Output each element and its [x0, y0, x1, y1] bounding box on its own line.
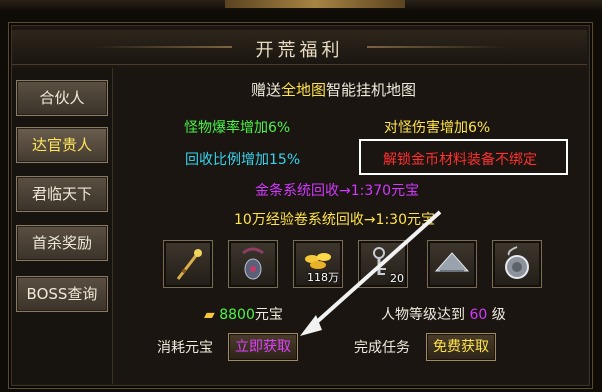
headline-highlight: 全地图: [281, 81, 327, 99]
perk-recycle: 回收比例增加15%: [185, 152, 301, 168]
item-slot-medal[interactable]: [492, 240, 542, 288]
headline-suffix: 智能挂机地图: [326, 81, 417, 99]
perk-drop-rate: 怪物爆率增加6%: [184, 120, 291, 136]
item-count: 118万: [307, 271, 339, 284]
amulet-icon: [242, 247, 264, 280]
item-count: 20: [390, 272, 404, 285]
level-requirement: 人物等级达到 60 级: [381, 304, 506, 324]
perk-damage: 对怪伤害增加6%: [384, 120, 491, 136]
sidebar-item-first-kill[interactable]: 首杀奖励: [16, 225, 108, 261]
exp-scroll-recycle: 10万经验卷系统回收→1:30元宝: [234, 212, 435, 228]
sidebar: 合伙人 达官贵人 君临天下 首杀奖励 BOSS查询: [12, 68, 113, 384]
medal-icon: [505, 246, 529, 279]
gold-bar-recycle: 金条系统回收→1:370元宝: [255, 183, 420, 199]
top-border: [0, 0, 602, 10]
item-slot-gold-ingots[interactable]: 118万: [293, 240, 343, 288]
sidebar-item-boss-lookup[interactable]: BOSS查询: [16, 276, 108, 312]
buy-now-button[interactable]: 立即获取: [228, 333, 298, 361]
perk-unbind: 解锁金币材料装备不绑定: [383, 152, 537, 168]
sidebar-item-sovereign[interactable]: 君临天下: [16, 176, 108, 212]
task-label: 完成任务: [354, 340, 410, 356]
requirement-level: 60: [469, 307, 488, 323]
free-claim-button[interactable]: 免费获取: [426, 333, 496, 361]
requirement-prefix: 人物等级达到: [381, 307, 465, 323]
item-slot-hat[interactable]: [427, 240, 477, 288]
gold-ingot-icon: ▰: [204, 307, 215, 323]
header-ornament-right: [367, 46, 507, 48]
bamboo-hat-icon: [434, 252, 470, 272]
item-slot-staff[interactable]: [163, 240, 213, 288]
sidebar-item-vip[interactable]: 达官贵人: [16, 127, 108, 163]
cost-amount: ▰ 8800元宝: [204, 304, 283, 324]
cost-value: 8800: [219, 307, 255, 323]
item-slot-key-ring[interactable]: 20: [358, 240, 408, 288]
top-ornament: [225, 0, 405, 8]
requirement-suffix: 级: [491, 307, 506, 323]
cost-currency: 元宝: [254, 307, 283, 323]
dialog-header: 开荒福利: [12, 30, 587, 65]
item-slot-amulet[interactable]: [228, 240, 278, 288]
staff-icon: [176, 249, 202, 280]
dialog-title: 开荒福利: [255, 40, 344, 61]
cost-label: 消耗元宝: [157, 340, 213, 356]
headline: 赠送全地图智能挂机地图: [251, 79, 416, 100]
sidebar-item-partner[interactable]: 合伙人: [16, 80, 108, 116]
headline-prefix: 赠送: [251, 81, 282, 99]
